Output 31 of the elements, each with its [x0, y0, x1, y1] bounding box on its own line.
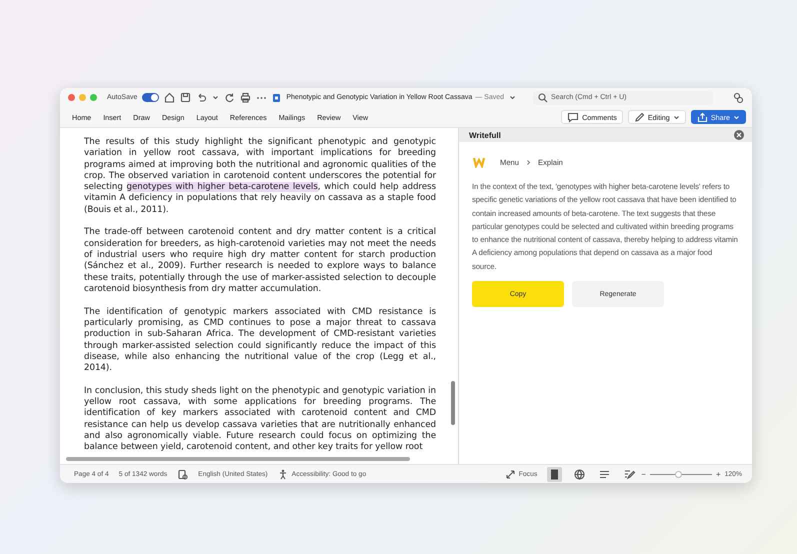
document-icon: [272, 92, 282, 102]
undo-icon[interactable]: [196, 92, 208, 103]
globe-view-button[interactable]: [572, 466, 588, 482]
scrollbar-thumb[interactable]: [451, 381, 455, 425]
letter-w-logo-icon: [473, 156, 485, 168]
draft-icon: [623, 468, 636, 480]
scrollbar-thumb[interactable]: [66, 457, 410, 461]
accessibility-icon: [278, 468, 289, 480]
people-icon[interactable]: [732, 92, 744, 104]
comment-icon: [567, 112, 580, 122]
print-icon[interactable]: [240, 92, 252, 103]
paragraph: The trade-off between carotenoid content and dry matter content is a critical consideration for breeders, as high-carotenoid varieties may not meet the needs of industrial users who require high dry matter content for starch production (Sánchez et al., 2009). Further research is needed to explore ways to balance these traits, potentially through the use of marker-assisted selection to decouple carotenoid biosynthesis from dry matter accumulation.: [84, 227, 436, 296]
zoom-in-button[interactable]: +: [716, 470, 721, 478]
paragraph: The identification of genotypic markers associated with CMD resistance is particularly promising, as CMD continues to pose a major threat to cassava production in sub-Saharan Africa. The development of CMD-resistant varieties through marker-assisted selection could significantly reduce the impact of this disease, while also enhancing the nutritional value of the crop (Legg et al., 2014).: [84, 306, 436, 374]
paragraph: The results of this study highlight the significant phenotypic and genotypic variation in yellow root cassava, with important implications for breeding programs aimed at improving both the nutritional and agronomic qualities of the crop. The observed variation in carotenoid content underscores the potential for selecting genotypes with higher beta-carotene levels, which could help address vitamin A deficiency in populations that rely heavily on cassava as a staple food (Bouis et al., 2011).: [84, 137, 436, 216]
redo-icon[interactable]: [224, 92, 236, 103]
autosave-toggle[interactable]: [142, 93, 160, 102]
close-icon[interactable]: [734, 130, 744, 140]
chevron-icon: [526, 158, 531, 166]
share-icon: [696, 112, 708, 122]
paragraph: In conclusion, this study sheds light on the phenotypic and genotypic variation in yellow root cassava, with some applications for breeding programs. The identification of key markers associated with carotenoid content and CMD resistance can help us develop cassava varieties that are nutritionally enhanced and also agronomically viable. Future research could focus on optimizing the balance between yield, carotenoid content, and other key traits for yellow root: [84, 386, 436, 454]
save-icon[interactable]: [180, 92, 192, 103]
globe-icon: [573, 468, 586, 480]
zoom-slider-thumb[interactable]: [675, 470, 682, 478]
expand-arrows-icon: [504, 468, 516, 480]
panel-title: Writefull: [469, 130, 501, 140]
proofing-icon[interactable]: [177, 468, 188, 480]
pencil-icon: [634, 112, 645, 122]
page-view-button[interactable]: [547, 466, 562, 482]
zoom-out-button[interactable]: −: [641, 470, 646, 478]
home-icon[interactable]: [164, 92, 176, 103]
